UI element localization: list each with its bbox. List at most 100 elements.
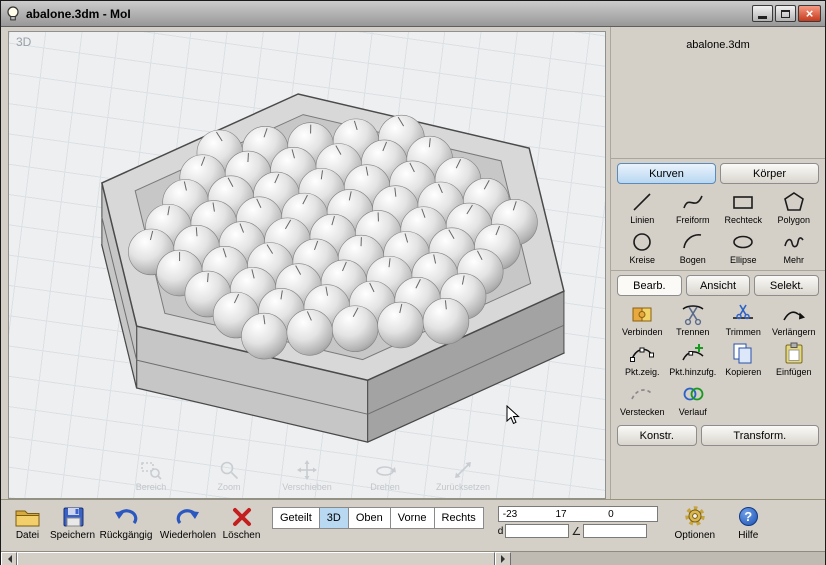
nav-label: Zoom: [217, 482, 241, 492]
tool-label: Verlauf: [678, 407, 707, 417]
tab-kurven[interactable]: Kurven: [617, 163, 716, 184]
right-arrow-icon: [500, 555, 509, 563]
tool-verbinden[interactable]: Verbinden: [617, 300, 668, 337]
redo-icon: [175, 503, 201, 530]
transform-button[interactable]: Transform.: [700, 425, 819, 446]
tool-trimmen[interactable]: Trimmen: [718, 300, 769, 337]
distance-label: d: [497, 525, 504, 537]
folder-icon: [14, 503, 41, 530]
current-filename: abalone.3dm: [686, 39, 750, 51]
tool-verstecken[interactable]: Verstecken: [617, 380, 668, 417]
toolbar-label: Hilfe: [738, 530, 759, 541]
xyz-display[interactable]: -23 17 0: [497, 506, 658, 522]
file-button[interactable]: Datei: [5, 503, 50, 541]
tool-label: Trennen: [676, 327, 710, 337]
save-button[interactable]: Speichern: [50, 503, 95, 541]
scroll-right-button[interactable]: [495, 552, 511, 565]
copy-icon: [730, 340, 756, 367]
undo-button[interactable]: Rückgängig: [95, 503, 157, 541]
tab-koerper[interactable]: Körper: [720, 163, 819, 184]
tool-verlauf[interactable]: Verlauf: [668, 380, 719, 417]
toolbar-label: Rückgängig: [99, 530, 153, 541]
horizontal-scrollbar: [1, 551, 825, 565]
viewport-nav-controls: Bereich Zoom Verschieben Drehen Zurückse…: [120, 459, 494, 492]
tool-label: Verbinden: [621, 327, 663, 337]
tool-polygon[interactable]: Polygon: [769, 188, 820, 225]
tool-pkt-zeig[interactable]: Pkt.zeig.: [617, 340, 668, 377]
tool-kopieren[interactable]: Kopieren: [718, 340, 769, 377]
tool-ellipse[interactable]: Ellipse: [718, 228, 769, 265]
rectangle-icon: [730, 188, 756, 215]
tool-einfuegen[interactable]: Einfügen: [769, 340, 820, 377]
minimize-icon: [758, 16, 767, 19]
viewport-3d[interactable]: 3D Bereich Zoom Verschieben Drehen Zurüc…: [8, 31, 606, 499]
save-icon: [61, 503, 85, 530]
nav-pan[interactable]: Verschieben: [276, 459, 338, 492]
options-button[interactable]: Optionen: [664, 503, 726, 541]
scrollbar-thumb[interactable]: [17, 552, 495, 565]
command-options-area: [617, 55, 819, 155]
tool-label: Einfügen: [775, 367, 812, 377]
tool-kreise[interactable]: Kreise: [617, 228, 668, 265]
coord-y: 17: [555, 508, 567, 520]
tool-rechteck[interactable]: Rechteck: [718, 188, 769, 225]
edit-tabs: Bearb. Ansicht Selekt.: [617, 275, 820, 296]
tab-ansicht[interactable]: Ansicht: [685, 275, 751, 296]
tool-label: Pkt.zeig.: [624, 367, 660, 377]
tool-label: Mehr: [783, 255, 804, 265]
view-3d-button[interactable]: 3D: [318, 507, 349, 529]
help-button[interactable]: ? Hilfe: [726, 503, 771, 541]
app-logo-bulb-icon: [7, 5, 19, 20]
zoom-icon: [220, 461, 239, 480]
tab-bearb[interactable]: Bearb.: [617, 275, 682, 296]
tool-verlaengern[interactable]: Verlängern: [769, 300, 820, 337]
tool-label: Polygon: [777, 215, 811, 225]
show-points-icon: [629, 340, 655, 367]
view-oben-button[interactable]: Oben: [347, 507, 391, 529]
scrollbar-track[interactable]: [511, 552, 825, 565]
separator: [611, 158, 825, 159]
nav-rotate[interactable]: Drehen: [354, 459, 416, 492]
konstr-button[interactable]: Konstr.: [617, 425, 697, 446]
toolbar-label: Optionen: [674, 530, 716, 541]
view-rechts-button[interactable]: Rechts: [433, 507, 484, 529]
polygon-icon: [781, 188, 807, 215]
paste-icon: [781, 340, 807, 367]
delete-button[interactable]: Löschen: [219, 503, 264, 541]
tool-pkt-hinzufg[interactable]: Pkt.hinzufg.: [668, 340, 719, 377]
view-geteilt-button[interactable]: Geteilt: [272, 507, 320, 529]
nav-zoom-area[interactable]: Bereich: [120, 459, 182, 492]
distance-input[interactable]: [505, 524, 570, 538]
nav-label: Drehen: [370, 482, 400, 492]
tool-mehr[interactable]: Mehr: [769, 228, 820, 265]
delete-icon: [230, 503, 254, 530]
extend-icon: [781, 300, 807, 327]
nav-zoom[interactable]: Zoom: [198, 459, 260, 492]
zoom-area-icon: [141, 462, 162, 480]
view-vorne-button[interactable]: Vorne: [389, 507, 435, 529]
titlebar[interactable]: abalone.3dm - MoI ×: [1, 1, 825, 27]
tool-trennen[interactable]: Trennen: [668, 300, 719, 337]
tool-linien[interactable]: Linien: [617, 188, 668, 225]
distance-angle-row: d ∠: [498, 524, 658, 538]
angle-input[interactable]: [583, 524, 648, 538]
abalone-board-model[interactable]: [9, 32, 605, 498]
close-button[interactable]: ×: [798, 5, 821, 22]
tab-selekt[interactable]: Selekt.: [754, 275, 820, 296]
nav-label: Bereich: [135, 482, 167, 492]
reset-view-icon: [455, 462, 471, 478]
tool-label: Freiform: [676, 215, 710, 225]
mouse-cursor: [506, 405, 520, 425]
tool-freiform[interactable]: Freiform: [668, 188, 719, 225]
help-icon: ?: [738, 507, 758, 526]
viewport-label[interactable]: 3D: [16, 35, 31, 49]
nav-reset[interactable]: Zurücksetzen: [432, 459, 494, 492]
tool-bogen[interactable]: Bogen: [668, 228, 719, 265]
maximize-button[interactable]: [775, 5, 796, 22]
sidebar-footer-buttons: Konstr. Transform.: [617, 425, 819, 446]
minimize-button[interactable]: [752, 5, 773, 22]
tool-label: Kreise: [629, 255, 655, 265]
scroll-left-button[interactable]: [1, 552, 17, 565]
freeform-icon: [680, 188, 706, 215]
redo-button[interactable]: Wiederholen: [157, 503, 219, 541]
